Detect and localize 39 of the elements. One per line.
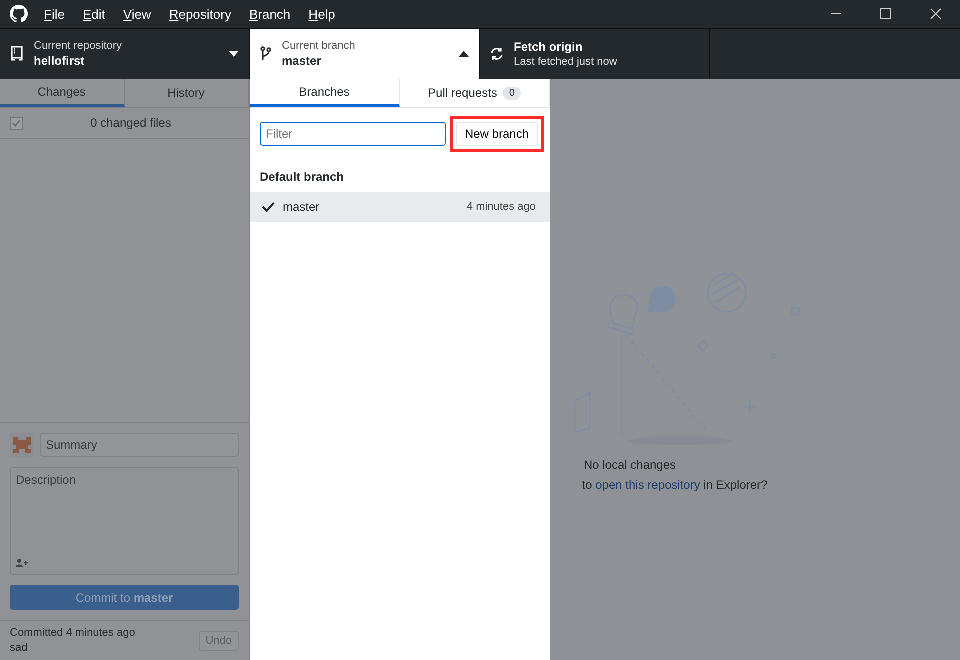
branch-menu-tab[interactable]: Pull requests 0 bbox=[400, 79, 550, 107]
changed-files-count: 0 changed files bbox=[90, 116, 172, 130]
filter-field[interactable]: Filter bbox=[260, 122, 446, 146]
repository-name: hellofirst bbox=[34, 54, 86, 68]
open-repository-hint: to open this repository in Explorer? bbox=[582, 478, 768, 492]
group-heading: Default branch bbox=[259, 169, 346, 186]
sidebar-tab[interactable]: Changes bbox=[0, 79, 124, 107]
caret-icon bbox=[459, 51, 469, 57]
menu-item[interactable]: Help bbox=[308, 6, 336, 22]
sync-icon bbox=[490, 47, 504, 61]
repository-icon bbox=[10, 46, 24, 62]
select-all-checkbox[interactable] bbox=[10, 116, 23, 130]
branch-list-name: master bbox=[283, 200, 321, 214]
last-commit-message: sad bbox=[10, 642, 29, 654]
new-branch-button[interactable]: New branch bbox=[456, 122, 538, 146]
last-commit-time: Committed 4 minutes ago bbox=[10, 627, 136, 639]
repository-caption: Current repository bbox=[34, 40, 124, 52]
add-coauthor-icon[interactable] bbox=[16, 559, 28, 567]
branch-icon bbox=[260, 46, 272, 62]
maximize-icon[interactable] bbox=[880, 8, 892, 20]
count-badge: 0 bbox=[503, 86, 521, 100]
branch-caption: Current branch bbox=[282, 40, 356, 52]
fetch-status: Last fetched just now bbox=[514, 56, 618, 68]
sidebar-tab[interactable]: History bbox=[124, 79, 249, 107]
branch-selector[interactable]: Current branch master bbox=[250, 29, 480, 79]
menu-item[interactable]: Repository bbox=[169, 6, 232, 22]
branch-row[interactable]: master 4 minutes ago bbox=[250, 192, 550, 222]
close-icon[interactable] bbox=[930, 8, 942, 20]
branch-name: master bbox=[282, 54, 322, 68]
menu-item[interactable]: View bbox=[123, 6, 152, 22]
octocat-logo-icon bbox=[10, 5, 28, 23]
menu-item[interactable]: Edit bbox=[82, 6, 106, 22]
branch-menu-tab[interactable]: Branches bbox=[250, 79, 400, 107]
branch-time: 4 minutes ago bbox=[466, 201, 536, 213]
fetch-title: Fetch origin bbox=[514, 40, 584, 54]
menu-item[interactable]: Branch bbox=[249, 6, 291, 22]
avatar-icon bbox=[10, 433, 34, 457]
menu-item[interactable]: File bbox=[44, 6, 65, 22]
empty-state-title: No local changes bbox=[584, 458, 676, 472]
